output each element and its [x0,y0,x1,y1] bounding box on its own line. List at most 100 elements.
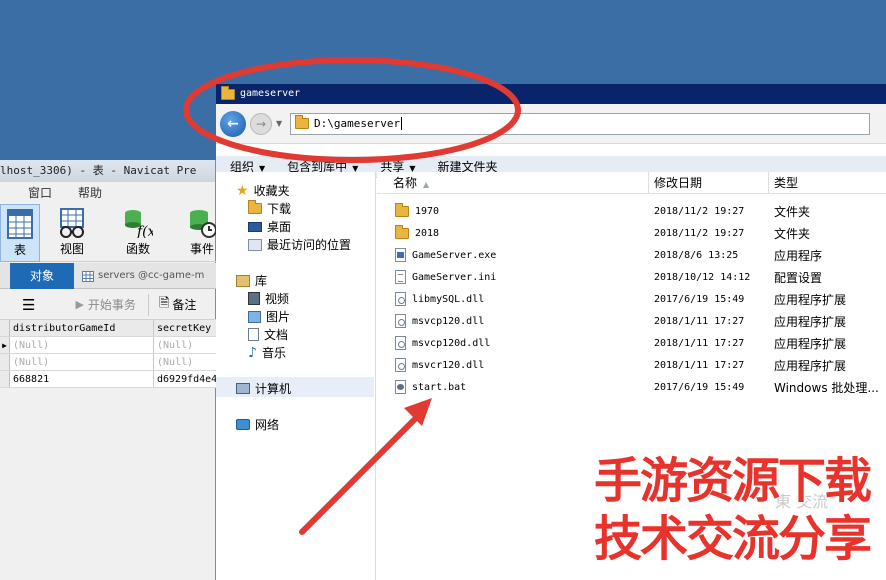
network-icon [236,419,250,430]
star-icon: ★ [236,182,249,199]
table-cell[interactable]: (Null) [154,337,216,353]
bat-file-icon [395,380,406,394]
video-icon [248,292,260,305]
table-cell[interactable]: (Null) [10,337,154,353]
picture-icon [248,310,261,323]
file-date: 2018/1/11 17:27 [654,337,745,349]
navigation-pane: ★ 收藏夹 下载 桌面 最近访问的位置 库 视频 图片 文档 ♪ 音乐 计算机 … [216,172,376,580]
library-icon [236,274,250,287]
window-title: gameserver [240,88,301,99]
file-name: GameServer.exe [412,249,497,261]
nav-desktop[interactable]: 桌面 [248,218,291,235]
file-name: 1970 [415,205,440,217]
file-row[interactable]: start.bat 2017/6/19 15:49 Windows 批处理... [377,376,886,398]
file-date: 2018/8/6 13:25 [654,249,739,261]
column-header[interactable]: distributorGameId [10,320,154,336]
nav-libraries[interactable]: 库 [236,272,267,289]
exe-file-icon [395,248,406,262]
begin-transaction-button[interactable]: 开始事务 [88,296,136,313]
dll-file-icon [395,358,406,372]
column-header-type[interactable]: 类型 [769,172,886,193]
computer-icon [236,383,250,394]
watermark: 手游资源下载 技术交流分享 [582,452,882,569]
file-name: start.bat [412,381,467,393]
folder-icon [395,224,409,239]
tool-function-label: 函数 [125,242,150,256]
memo-button[interactable]: 备注 [172,296,196,313]
nav-computer[interactable]: 计算机 [236,380,291,397]
file-name-cell: msvcp120.dll [377,314,649,328]
column-header[interactable]: secretKey [154,320,216,336]
navicat-window: lhost_3306) - 表 - Navicat Pre 窗口 帮助 表 视图… [0,160,217,580]
file-row[interactable]: GameServer.exe 2018/8/6 13:25 应用程序 [377,244,886,266]
table-cell[interactable]: 668821 [10,371,154,387]
nav-videos[interactable]: 视频 [248,290,289,307]
file-date: 2018/11/2 19:27 [654,205,745,217]
tab-objects[interactable]: 对象 [10,263,74,289]
file-name-cell: msvcp120d.dll [377,336,649,350]
play-icon: ▶ [75,298,84,311]
table-icon [7,209,33,239]
watermark-line-1: 手游资源下载 [592,452,873,511]
file-name: libmySQL.dll [412,293,485,305]
menu-window[interactable]: 窗口 [28,182,52,204]
event-icon [190,210,217,238]
navicat-toolbar: 表 视图 f(x) 函数 事件 [0,204,217,262]
file-type: 文件夹 [774,204,811,219]
nav-recent-places[interactable]: 最近访问的位置 [248,236,351,253]
file-type: 应用程序扩展 [774,314,847,329]
tab-servers-label: servers @cc-game-m [98,270,205,281]
file-date: 2018/11/2 19:27 [654,227,745,239]
folder-icon [395,202,409,217]
tool-table-label: 表 [13,243,26,257]
column-header-date[interactable]: 修改日期 [649,172,769,193]
file-row[interactable]: msvcr120.dll 2018/1/11 17:27 应用程序扩展 [377,354,886,376]
column-header-name[interactable]: 名称 ▲ [377,172,649,193]
tool-function-button[interactable]: f(x) 函数 [118,204,158,262]
nav-documents[interactable]: 文档 [248,326,288,343]
file-type: 应用程序扩展 [774,336,847,351]
menu-lines-icon[interactable]: ☰ [22,296,35,314]
file-type: 应用程序 [774,248,823,263]
tool-table-button[interactable]: 表 [0,204,40,262]
nav-network[interactable]: 网络 [236,416,279,433]
tab-servers[interactable]: servers @cc-game-m [82,263,204,289]
document-icon [248,328,259,341]
table-cell[interactable]: d6929fd4e4 [154,371,216,387]
nav-music[interactable]: ♪ 音乐 [248,344,286,361]
table-row[interactable]: ▶ (Null) (Null) [0,337,216,354]
file-type: Windows 批处理... [774,380,879,395]
table-cell[interactable]: (Null) [10,354,154,370]
file-row[interactable]: msvcp120.dll 2018/1/11 17:27 应用程序扩展 [377,310,886,332]
ini-file-icon [395,270,406,284]
file-type: 文件夹 [774,226,811,241]
back-button[interactable]: ← [220,110,246,137]
download-folder-icon [248,200,262,214]
nav-favorites[interactable]: ★ 收藏夹 [236,182,290,199]
explorer-title-bar: gameserver [216,84,886,104]
file-type: 应用程序扩展 [774,358,847,373]
address-text: D:\gameserver [314,117,401,130]
file-name-cell: GameServer.ini [377,270,649,284]
table-row[interactable]: 668821 d6929fd4e4 [0,371,216,388]
folder-icon [221,85,235,100]
nav-downloads[interactable]: 下载 [248,200,291,217]
address-bar[interactable]: D:\gameserver [290,112,870,135]
menu-help[interactable]: 帮助 [78,182,102,204]
chevron-down-icon[interactable]: ▼ [276,119,286,128]
data-grid: distributorGameId secretKey ▶ (Null) (Nu… [0,320,216,388]
file-list-header: 名称 ▲ 修改日期 类型 [377,172,886,194]
file-date: 2017/6/19 15:49 [654,381,745,393]
memo-icon: 🗎 [147,293,169,316]
file-row[interactable]: GameServer.ini 2018/10/12 14:12 配置设置 [377,266,886,288]
file-row[interactable]: msvcp120d.dll 2018/1/11 17:27 应用程序扩展 [377,332,886,354]
tool-view-button[interactable]: 视图 [52,204,92,262]
forward-button[interactable]: → [250,112,272,135]
table-row[interactable]: (Null) (Null) [0,354,216,371]
view-icon [60,208,84,238]
table-cell[interactable]: (Null) [154,354,216,370]
file-row[interactable]: libmySQL.dll 2017/6/19 15:49 应用程序扩展 [377,288,886,310]
nav-pictures[interactable]: 图片 [248,308,290,325]
file-row[interactable]: 1970 2018/11/2 19:27 文件夹 [377,200,886,222]
file-row[interactable]: 2018 2018/11/2 19:27 文件夹 [377,222,886,244]
